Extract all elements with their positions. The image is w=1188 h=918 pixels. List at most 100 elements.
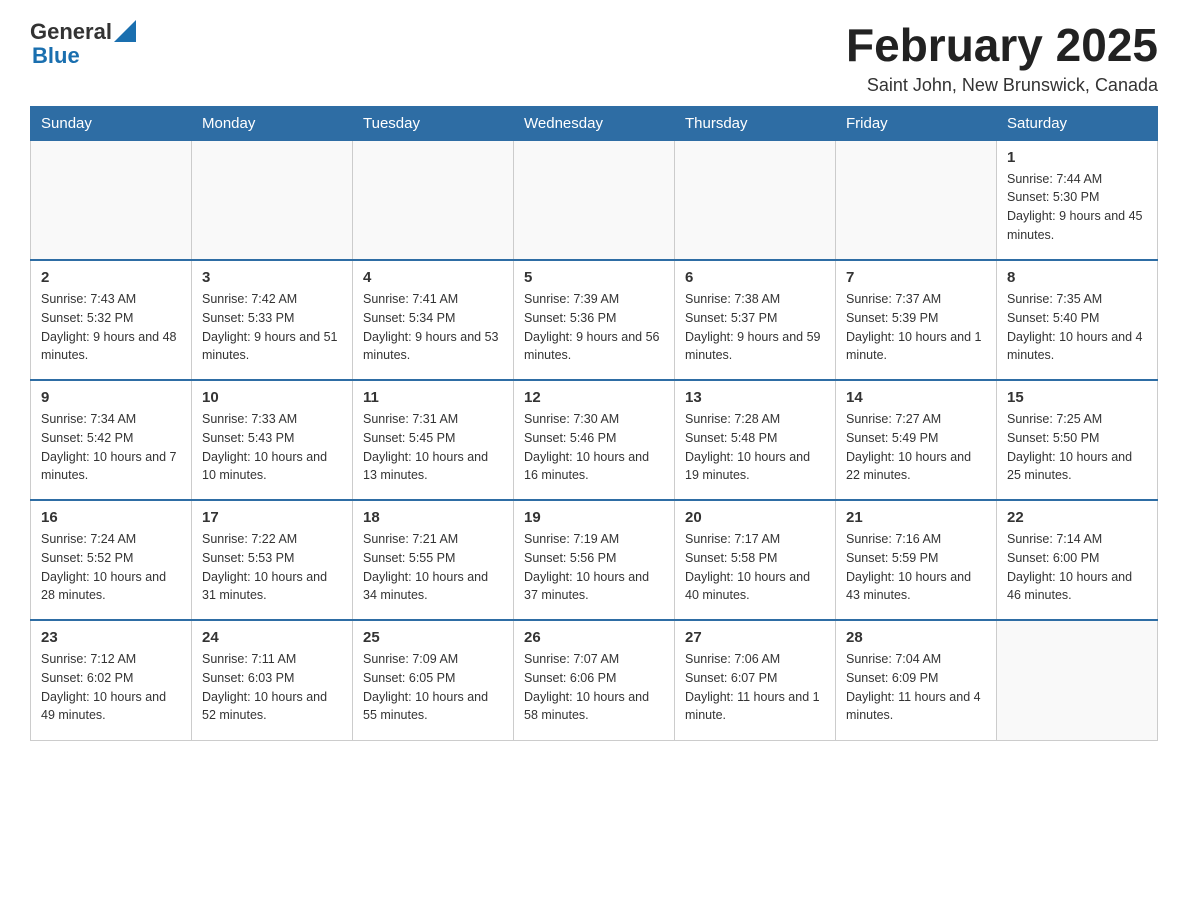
- day-number: 23: [41, 629, 181, 646]
- day-number: 4: [363, 269, 503, 286]
- calendar-header-row: Sunday Monday Tuesday Wednesday Thursday…: [31, 106, 1158, 140]
- day-number: 25: [363, 629, 503, 646]
- day-info: Sunrise: 7:25 AMSunset: 5:50 PMDaylight:…: [1007, 410, 1147, 485]
- day-info: Sunrise: 7:42 AMSunset: 5:33 PMDaylight:…: [202, 290, 342, 365]
- day-info: Sunrise: 7:33 AMSunset: 5:43 PMDaylight:…: [202, 410, 342, 485]
- calendar-week-row: 1 Sunrise: 7:44 AMSunset: 5:30 PMDaylight…: [31, 140, 1158, 260]
- calendar-week-row: 9 Sunrise: 7:34 AMSunset: 5:42 PMDaylight…: [31, 380, 1158, 500]
- header-saturday: Saturday: [997, 106, 1158, 140]
- day-number: 2: [41, 269, 181, 286]
- month-title: February 2025: [846, 20, 1158, 71]
- day-info: Sunrise: 7:43 AMSunset: 5:32 PMDaylight:…: [41, 290, 181, 365]
- header-monday: Monday: [192, 106, 353, 140]
- calendar-cell: 7 Sunrise: 7:37 AMSunset: 5:39 PMDaylight…: [836, 260, 997, 380]
- calendar-cell: 11 Sunrise: 7:31 AMSunset: 5:45 PMDayligh…: [353, 380, 514, 500]
- calendar-cell: 22Sunrise: 7:14 AMSunset: 6:00 PMDayligh…: [997, 500, 1158, 620]
- day-info: Sunrise: 7:41 AMSunset: 5:34 PMDaylight:…: [363, 290, 503, 365]
- day-info: Sunrise: 7:34 AMSunset: 5:42 PMDaylight:…: [41, 410, 181, 485]
- day-number: 7: [846, 269, 986, 286]
- day-number: 8: [1007, 269, 1147, 286]
- day-number: 13: [685, 389, 825, 406]
- calendar-cell: 1 Sunrise: 7:44 AMSunset: 5:30 PMDaylight…: [997, 140, 1158, 260]
- logo-general-text: General: [30, 20, 112, 44]
- calendar-cell: 26 Sunrise: 7:07 AMSunset: 6:06 PMDayligh…: [514, 620, 675, 740]
- day-number: 26: [524, 629, 664, 646]
- day-info: Sunrise: 7:22 AMSunset: 5:53 PMDaylight:…: [202, 530, 342, 605]
- logo-triangle-icon: [114, 20, 136, 42]
- day-info: Sunrise: 7:38 AMSunset: 5:37 PMDaylight:…: [685, 290, 825, 365]
- day-number: 28: [846, 629, 986, 646]
- calendar-cell: 15 Sunrise: 7:25 AMSunset: 5:50 PMDayligh…: [997, 380, 1158, 500]
- calendar-cell: 12 Sunrise: 7:30 AMSunset: 5:46 PMDayligh…: [514, 380, 675, 500]
- title-area: February 2025 Saint John, New Brunswick,…: [846, 20, 1158, 96]
- calendar-cell: 28 Sunrise: 7:04 AMSunset: 6:09 PMDayligh…: [836, 620, 997, 740]
- calendar-cell: [997, 620, 1158, 740]
- calendar-cell: 6 Sunrise: 7:38 AMSunset: 5:37 PMDaylight…: [675, 260, 836, 380]
- day-number: 20: [685, 509, 825, 526]
- day-number: 27: [685, 629, 825, 646]
- header-thursday: Thursday: [675, 106, 836, 140]
- calendar-cell: [836, 140, 997, 260]
- calendar-cell: [514, 140, 675, 260]
- day-info: Sunrise: 7:37 AMSunset: 5:39 PMDaylight:…: [846, 290, 986, 365]
- header-friday: Friday: [836, 106, 997, 140]
- day-number: 6: [685, 269, 825, 286]
- calendar-week-row: 2 Sunrise: 7:43 AMSunset: 5:32 PMDaylight…: [31, 260, 1158, 380]
- day-number: 1: [1007, 149, 1147, 166]
- day-info: Sunrise: 7:31 AMSunset: 5:45 PMDaylight:…: [363, 410, 503, 485]
- day-number: 21: [846, 509, 986, 526]
- header-sunday: Sunday: [31, 106, 192, 140]
- day-info: Sunrise: 7:07 AMSunset: 6:06 PMDaylight:…: [524, 650, 664, 725]
- day-info: Sunrise: 7:44 AMSunset: 5:30 PMDaylight:…: [1007, 170, 1147, 245]
- day-number: 12: [524, 389, 664, 406]
- calendar-cell: 2 Sunrise: 7:43 AMSunset: 5:32 PMDaylight…: [31, 260, 192, 380]
- day-number: 9: [41, 389, 181, 406]
- day-number: 19: [524, 509, 664, 526]
- calendar-cell: 9 Sunrise: 7:34 AMSunset: 5:42 PMDaylight…: [31, 380, 192, 500]
- day-info: Sunrise: 7:21 AMSunset: 5:55 PMDaylight:…: [363, 530, 503, 605]
- day-info: Sunrise: 7:24 AMSunset: 5:52 PMDaylight:…: [41, 530, 181, 605]
- day-info: Sunrise: 7:14 AMSunset: 6:00 PMDaylight:…: [1007, 530, 1147, 605]
- day-number: 17: [202, 509, 342, 526]
- calendar-cell: [192, 140, 353, 260]
- day-info: Sunrise: 7:06 AMSunset: 6:07 PMDaylight:…: [685, 650, 825, 725]
- logo: General Blue: [30, 20, 136, 68]
- day-info: Sunrise: 7:19 AMSunset: 5:56 PMDaylight:…: [524, 530, 664, 605]
- day-info: Sunrise: 7:30 AMSunset: 5:46 PMDaylight:…: [524, 410, 664, 485]
- day-number: 14: [846, 389, 986, 406]
- day-info: Sunrise: 7:17 AMSunset: 5:58 PMDaylight:…: [685, 530, 825, 605]
- calendar-cell: 25 Sunrise: 7:09 AMSunset: 6:05 PMDayligh…: [353, 620, 514, 740]
- calendar-cell: 5Sunrise: 7:39 AMSunset: 5:36 PMDaylight…: [514, 260, 675, 380]
- day-number: 24: [202, 629, 342, 646]
- calendar-table: Sunday Monday Tuesday Wednesday Thursday…: [30, 106, 1158, 741]
- header-tuesday: Tuesday: [353, 106, 514, 140]
- day-number: 15: [1007, 389, 1147, 406]
- calendar-cell: 8 Sunrise: 7:35 AMSunset: 5:40 PMDaylight…: [997, 260, 1158, 380]
- day-info: Sunrise: 7:09 AMSunset: 6:05 PMDaylight:…: [363, 650, 503, 725]
- calendar-cell: 18 Sunrise: 7:21 AMSunset: 5:55 PMDayligh…: [353, 500, 514, 620]
- calendar-cell: [31, 140, 192, 260]
- day-number: 16: [41, 509, 181, 526]
- calendar-cell: 23 Sunrise: 7:12 AMSunset: 6:02 PMDayligh…: [31, 620, 192, 740]
- calendar-cell: 17 Sunrise: 7:22 AMSunset: 5:53 PMDayligh…: [192, 500, 353, 620]
- calendar-cell: [353, 140, 514, 260]
- day-number: 11: [363, 389, 503, 406]
- calendar-cell: 27 Sunrise: 7:06 AMSunset: 6:07 PMDayligh…: [675, 620, 836, 740]
- calendar-cell: 3 Sunrise: 7:42 AMSunset: 5:33 PMDaylight…: [192, 260, 353, 380]
- day-number: 18: [363, 509, 503, 526]
- calendar-cell: 13Sunrise: 7:28 AMSunset: 5:48 PMDayligh…: [675, 380, 836, 500]
- day-info: Sunrise: 7:12 AMSunset: 6:02 PMDaylight:…: [41, 650, 181, 725]
- header-wednesday: Wednesday: [514, 106, 675, 140]
- day-info: Sunrise: 7:11 AMSunset: 6:03 PMDaylight:…: [202, 650, 342, 725]
- day-info: Sunrise: 7:35 AMSunset: 5:40 PMDaylight:…: [1007, 290, 1147, 365]
- day-info: Sunrise: 7:04 AMSunset: 6:09 PMDaylight:…: [846, 650, 986, 725]
- day-number: 3: [202, 269, 342, 286]
- calendar-week-row: 16 Sunrise: 7:24 AMSunset: 5:52 PMDayligh…: [31, 500, 1158, 620]
- calendar-cell: 16 Sunrise: 7:24 AMSunset: 5:52 PMDayligh…: [31, 500, 192, 620]
- calendar-cell: 19 Sunrise: 7:19 AMSunset: 5:56 PMDayligh…: [514, 500, 675, 620]
- location-text: Saint John, New Brunswick, Canada: [846, 75, 1158, 96]
- calendar-cell: 14Sunrise: 7:27 AMSunset: 5:49 PMDayligh…: [836, 380, 997, 500]
- day-info: Sunrise: 7:39 AMSunset: 5:36 PMDaylight:…: [524, 290, 664, 365]
- page-header: General Blue February 2025 Saint John, N…: [30, 20, 1158, 96]
- calendar-cell: 20 Sunrise: 7:17 AMSunset: 5:58 PMDayligh…: [675, 500, 836, 620]
